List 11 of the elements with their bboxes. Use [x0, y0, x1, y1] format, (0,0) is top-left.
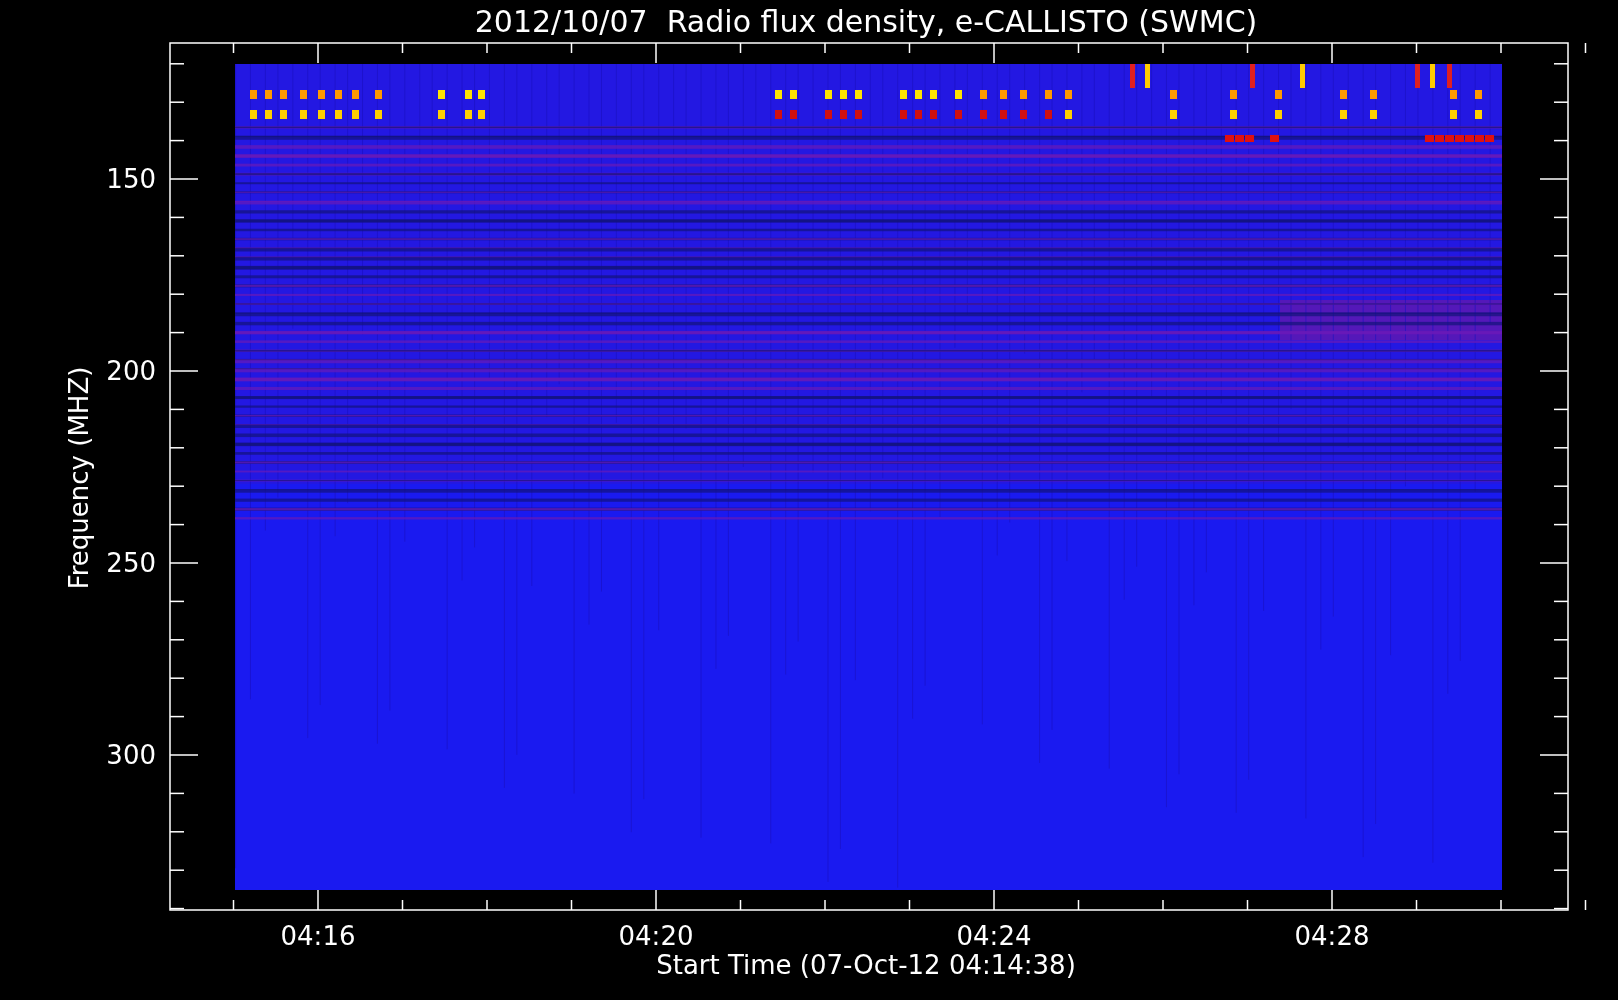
x-tick-label: 04:28: [1294, 921, 1370, 951]
plot-title: 2012/10/07 Radio flux density, e-CALLISTO (SWMC): [474, 4, 1258, 39]
x-tick-label: 04:16: [280, 921, 356, 951]
y-tick-label: 300: [106, 740, 156, 770]
y-tick-label: 200: [106, 356, 156, 386]
x-tick-label: 04:20: [618, 921, 694, 951]
y-axis-label: Frequency (MHZ): [64, 366, 94, 590]
y-tick-label: 150: [106, 164, 156, 194]
x-tick-label: 04:24: [956, 921, 1032, 951]
y-tick-label: 250: [106, 548, 156, 578]
x-axis-label: Start Time (07-Oct-12 04:14:38): [656, 950, 1076, 980]
